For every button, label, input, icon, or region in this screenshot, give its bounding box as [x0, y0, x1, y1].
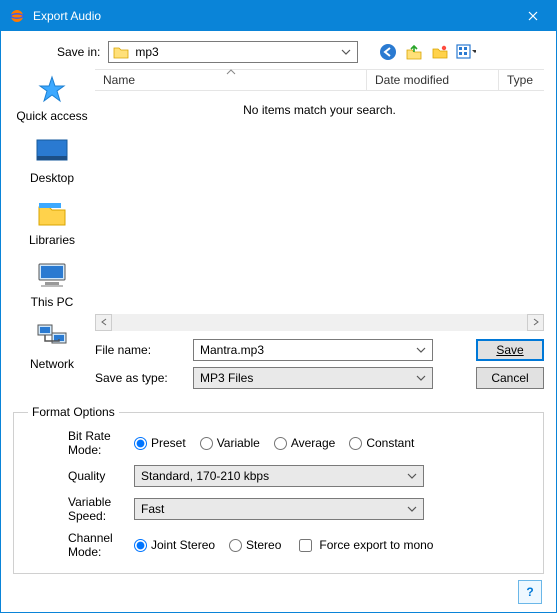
- radio-label: Constant: [366, 436, 414, 450]
- radio-constant[interactable]: Constant: [349, 436, 414, 450]
- dialog-body: Save in: mp3: [1, 31, 556, 612]
- radio-constant-input[interactable]: [349, 437, 362, 450]
- save-in-combo[interactable]: mp3: [108, 41, 358, 63]
- variable-speed-combo[interactable]: Fast: [134, 498, 424, 520]
- file-name-value: Mantra.mp3: [200, 343, 264, 357]
- bit-rate-mode-radios: Preset Variable Average Constant: [134, 436, 414, 450]
- app-icon: [9, 8, 25, 24]
- place-this-pc[interactable]: This PC: [13, 259, 91, 309]
- col-date-label: Date modified: [375, 73, 449, 87]
- footer: ?: [13, 574, 544, 604]
- scroll-left-icon[interactable]: [95, 314, 112, 331]
- titlebar: Export Audio: [1, 1, 556, 31]
- place-quick-access[interactable]: Quick access: [13, 73, 91, 123]
- channel-mode-radios: Joint Stereo Stereo Force export to mono: [134, 536, 433, 555]
- cancel-button-label: Cancel: [491, 371, 528, 385]
- quality-combo[interactable]: Standard, 170-210 kbps: [134, 465, 424, 487]
- force-mono-checkbox[interactable]: Force export to mono: [295, 536, 433, 555]
- folder-icon: [113, 45, 129, 59]
- chevron-down-icon: [414, 343, 428, 357]
- checkbox-label: Force export to mono: [319, 538, 433, 552]
- sort-asc-icon: [226, 69, 236, 75]
- window-title: Export Audio: [33, 9, 510, 23]
- place-libraries[interactable]: Libraries: [13, 197, 91, 247]
- radio-label: Preset: [151, 436, 186, 450]
- chevron-down-icon: [405, 469, 419, 483]
- file-list-area: Name Date modified Type No items match y…: [95, 69, 544, 395]
- radio-variable-input[interactable]: [200, 437, 213, 450]
- radio-joint-stereo-input[interactable]: [134, 539, 147, 552]
- save-button-label: Save: [496, 343, 523, 357]
- radio-average[interactable]: Average: [274, 436, 335, 450]
- variable-speed-value: Fast: [141, 502, 164, 516]
- save-in-label: Save in:: [57, 45, 100, 59]
- radio-variable[interactable]: Variable: [200, 436, 260, 450]
- desktop-icon: [34, 135, 70, 167]
- help-icon-glyph: ?: [526, 585, 533, 599]
- network-icon: [34, 321, 70, 353]
- file-name-label: File name:: [95, 343, 181, 357]
- scroll-right-icon[interactable]: [527, 314, 544, 331]
- horizontal-scrollbar[interactable]: [95, 313, 544, 331]
- col-date[interactable]: Date modified: [367, 70, 499, 90]
- save-button[interactable]: Save: [476, 339, 544, 361]
- place-label: Libraries: [29, 233, 75, 247]
- radio-average-input[interactable]: [274, 437, 287, 450]
- libraries-icon: [34, 197, 70, 229]
- radio-label: Average: [291, 436, 335, 450]
- format-options-legend: Format Options: [28, 405, 119, 419]
- radio-label: Joint Stereo: [151, 538, 215, 552]
- place-label: This PC: [31, 295, 74, 309]
- location-bar: Save in: mp3: [13, 41, 544, 63]
- quality-value: Standard, 170-210 kbps: [141, 469, 269, 483]
- chevron-down-icon: [339, 45, 353, 59]
- format-options-group: Format Options Bit Rate Mode: Preset Var…: [13, 405, 544, 574]
- force-mono-input[interactable]: [299, 539, 312, 552]
- nav-toolbar: [378, 42, 476, 62]
- scroll-track[interactable]: [112, 314, 527, 331]
- chevron-down-icon: [414, 371, 428, 385]
- save-as-type-label: Save as type:: [95, 371, 181, 385]
- variable-speed-label: Variable Speed:: [28, 495, 124, 523]
- col-type-label: Type: [507, 73, 533, 87]
- radio-label: Stereo: [246, 538, 281, 552]
- view-menu-icon[interactable]: [456, 42, 476, 62]
- radio-preset[interactable]: Preset: [134, 436, 186, 450]
- close-button[interactable]: [510, 1, 556, 31]
- chevron-down-icon: [405, 502, 419, 516]
- places-bar: Quick access Desktop Libraries: [13, 69, 91, 395]
- place-label: Quick access: [16, 109, 87, 123]
- column-headers: Name Date modified Type: [95, 69, 544, 91]
- file-name-input[interactable]: Mantra.mp3: [193, 339, 433, 361]
- quality-label: Quality: [28, 469, 124, 483]
- col-name[interactable]: Name: [95, 70, 367, 90]
- col-name-label: Name: [103, 73, 135, 87]
- back-icon[interactable]: [378, 42, 398, 62]
- save-as-type-combo[interactable]: MP3 Files: [193, 367, 433, 389]
- help-button[interactable]: ?: [518, 580, 542, 604]
- up-one-level-icon[interactable]: [404, 42, 424, 62]
- new-folder-icon[interactable]: [430, 42, 450, 62]
- cancel-button[interactable]: Cancel: [476, 367, 544, 389]
- radio-stereo-input[interactable]: [229, 539, 242, 552]
- bit-rate-mode-label: Bit Rate Mode:: [28, 429, 124, 457]
- star-icon: [34, 73, 70, 105]
- export-audio-dialog: Export Audio Save in: mp3: [0, 0, 557, 613]
- place-desktop[interactable]: Desktop: [13, 135, 91, 185]
- place-network[interactable]: Network: [13, 321, 91, 371]
- radio-label: Variable: [217, 436, 260, 450]
- radio-stereo[interactable]: Stereo: [229, 538, 281, 552]
- place-label: Desktop: [30, 171, 74, 185]
- save-in-value: mp3: [135, 45, 158, 59]
- empty-message: No items match your search.: [95, 91, 544, 313]
- save-as-type-value: MP3 Files: [200, 371, 253, 385]
- channel-mode-label: Channel Mode:: [28, 531, 124, 559]
- computer-icon: [34, 259, 70, 291]
- col-type[interactable]: Type: [499, 70, 544, 90]
- radio-preset-input[interactable]: [134, 437, 147, 450]
- place-label: Network: [30, 357, 74, 371]
- radio-joint-stereo[interactable]: Joint Stereo: [134, 538, 215, 552]
